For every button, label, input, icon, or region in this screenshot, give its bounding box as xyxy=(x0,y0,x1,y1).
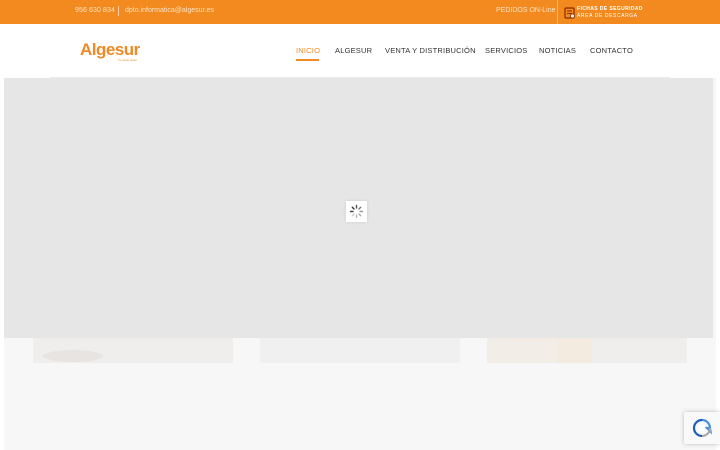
nav-active-indicator xyxy=(296,59,319,61)
recaptcha-badge[interactable] xyxy=(684,412,720,444)
email-link[interactable]: dpto.informatica@algesur.es xyxy=(125,7,214,14)
nav-item-venta-distribucion[interactable]: VENTA Y DISTRIBUCIÓN xyxy=(385,46,476,55)
topbar-divider xyxy=(118,6,119,16)
feature-card[interactable] xyxy=(487,338,687,363)
logo-tagline: Tu socio clave xyxy=(118,58,138,62)
nav-item-noticias[interactable]: NOTICIAS xyxy=(539,46,576,55)
fichas-seguridad-link[interactable]: FICHAS DE SEGURIDAD ÁREA DE DESCARGA xyxy=(564,5,643,20)
nav-item-inicio[interactable]: INICIO xyxy=(296,46,320,55)
nav-item-contacto[interactable]: CONTACTO xyxy=(590,46,633,55)
topbar-vertical-divider xyxy=(557,0,558,24)
recaptcha-icon xyxy=(692,418,712,438)
fichas-title: FICHAS DE SEGURIDAD xyxy=(577,6,643,12)
pedidos-online-link[interactable]: PEDIDOS ON-Line xyxy=(496,7,556,14)
nav-item-servicios[interactable]: SERVICIOS xyxy=(485,46,528,55)
phone-number[interactable]: 956 630 834 xyxy=(75,7,115,14)
nav-item-algesur[interactable]: ALGESUR xyxy=(335,46,372,55)
fichas-subtitle: ÁREA DE DESCARGA xyxy=(577,13,638,19)
top-contact-bar: 956 630 834 dpto.informatica@algesur.es … xyxy=(0,0,720,24)
document-shield-icon xyxy=(564,6,575,19)
site-logo[interactable]: Algesur Tu socio clave xyxy=(80,40,144,62)
feature-card[interactable] xyxy=(260,338,460,363)
logo-wordmark: Algesur xyxy=(80,40,140,59)
feature-card[interactable] xyxy=(33,338,233,363)
spinner-icon xyxy=(346,201,367,222)
